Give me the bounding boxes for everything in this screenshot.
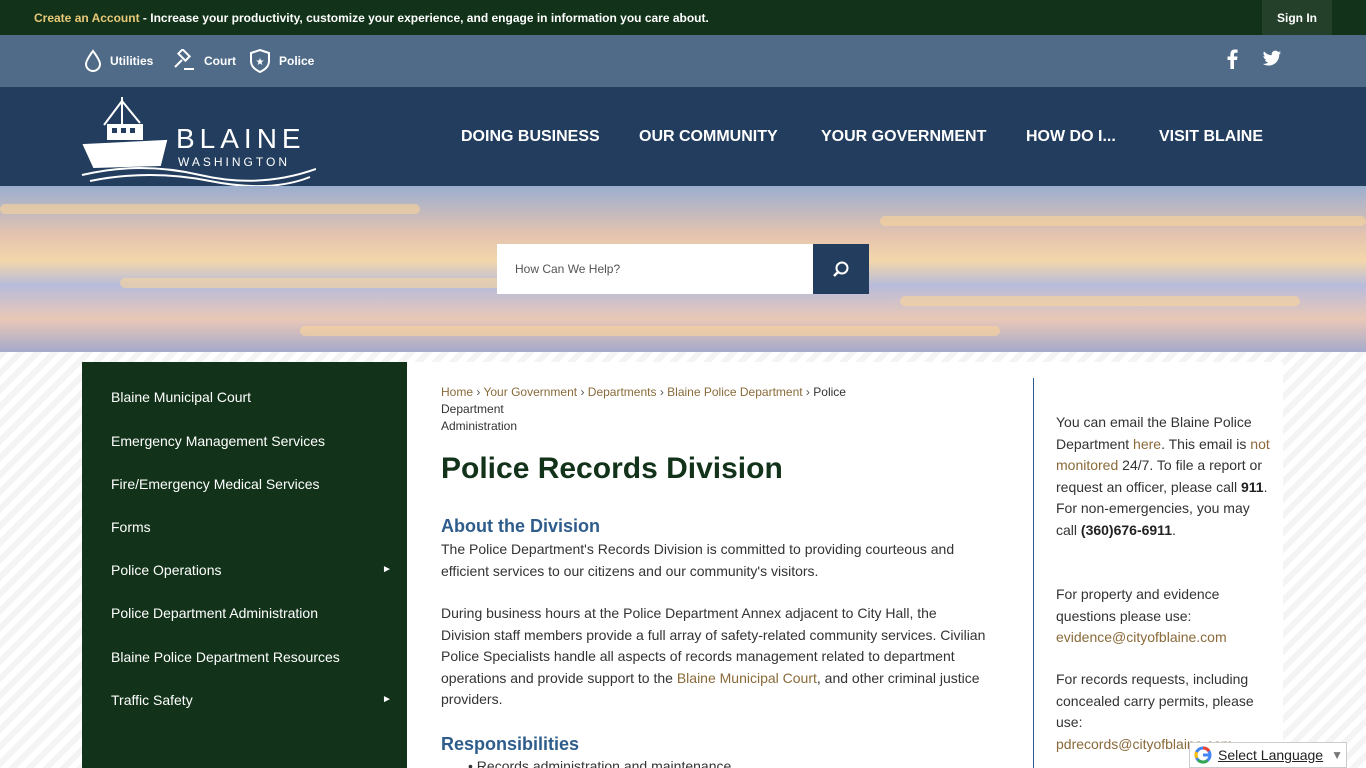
facebook-icon[interactable] xyxy=(1225,49,1239,69)
gavel-icon xyxy=(174,49,194,70)
breadcrumb-your-government[interactable]: Your Government xyxy=(483,385,577,399)
logo-city-name: BLAINE xyxy=(176,123,306,154)
sidebar-item-emergency-management[interactable]: Emergency Management Services xyxy=(111,433,325,449)
nav-how-do-i[interactable]: HOW DO I... xyxy=(1026,87,1116,186)
select-language-widget[interactable]: Select Language ▼ xyxy=(1189,742,1347,768)
cloud-streak xyxy=(120,278,500,288)
sign-in-button[interactable]: Sign In xyxy=(1262,0,1332,35)
contact-text: . xyxy=(1171,521,1176,538)
records-text: For records requests, including conceale… xyxy=(1056,671,1254,730)
breadcrumb-separator: › xyxy=(580,385,585,399)
nav-your-government[interactable]: YOUR GOVERNMENT xyxy=(821,87,986,186)
police-badge-icon: ★ xyxy=(250,49,270,73)
city-logo[interactable]: BLAINE WASHINGTON xyxy=(80,95,316,187)
breadcrumb-separator: › xyxy=(659,385,664,399)
cloud-streak xyxy=(880,216,1366,226)
breadcrumb-current-cont: Administration xyxy=(441,419,518,433)
quick-link-utilities[interactable]: Utilities xyxy=(84,35,153,87)
section-heading-about: About the Division xyxy=(441,516,600,536)
municipal-court-link[interactable]: Blaine Municipal Court xyxy=(677,670,817,686)
quick-link-label: Police xyxy=(279,54,315,68)
non-emergency-phone: (360)676-6911 xyxy=(1080,521,1172,538)
site-search-input[interactable]: How Can We Help? xyxy=(497,244,813,294)
quick-link-police[interactable]: ★ Police xyxy=(249,35,314,87)
google-g-icon xyxy=(1194,746,1212,764)
sidebar-item-police-operations[interactable]: Police Operations xyxy=(111,562,222,578)
top-announcement-bar: Create an Account - Increase your produc… xyxy=(0,0,1366,35)
water-drop-icon xyxy=(84,49,102,72)
site-header: BLAINE WASHINGTON DOING BUSINESS OUR COM… xyxy=(0,87,1366,187)
quick-link-court[interactable]: Court xyxy=(172,35,236,87)
create-account-link[interactable]: Create an Account xyxy=(34,11,140,25)
sidebar-item-forms[interactable]: Forms xyxy=(111,519,151,535)
breadcrumb: Home › Your Government › Departments › B… xyxy=(441,384,911,435)
breadcrumb-separator: › xyxy=(476,385,481,399)
chevron-down-icon[interactable]: ▼ xyxy=(1331,748,1343,762)
submenu-arrow-icon[interactable]: ► xyxy=(382,694,392,705)
list-item-text: Records administration and maintenance xyxy=(476,758,732,768)
twitter-icon[interactable] xyxy=(1262,49,1282,69)
nav-doing-business[interactable]: DOING BUSINESS xyxy=(461,87,600,186)
account-promo-text: - Increase your productivity, customize … xyxy=(139,11,709,25)
column-divider xyxy=(1033,378,1034,768)
sidebar-item-police-admin[interactable]: Police Department Administration xyxy=(111,605,318,621)
breadcrumb-departments[interactable]: Departments xyxy=(588,385,657,399)
page-title: Police Records Division xyxy=(441,452,783,485)
sidebar-nav: Blaine Municipal Court Emergency Managem… xyxy=(82,362,407,768)
breadcrumb-police-department[interactable]: Blaine Police Department xyxy=(667,385,802,399)
cloud-streak xyxy=(300,326,1000,336)
evidence-contact: For property and evidence questions plea… xyxy=(1056,584,1271,649)
about-paragraph: The Police Department's Records Division… xyxy=(441,541,955,579)
nav-visit-blaine[interactable]: VISIT BLAINE xyxy=(1159,87,1263,186)
email-department-link[interactable]: here xyxy=(1133,436,1161,452)
cloud-streak xyxy=(0,204,420,214)
submenu-arrow-icon[interactable]: ► xyxy=(382,564,392,575)
contact-text: . This email is xyxy=(1161,435,1251,452)
search-icon xyxy=(833,261,849,277)
evidence-email-link[interactable]: evidence@cityofblaine.com xyxy=(1056,629,1227,645)
sidebar-item-fire-ems[interactable]: Fire/Emergency Medical Services xyxy=(111,476,320,492)
svg-text:★: ★ xyxy=(256,57,265,68)
sidebar-item-traffic-safety[interactable]: Traffic Safety xyxy=(111,692,193,708)
section-heading-responsibilities: Responsibilities xyxy=(441,734,580,754)
logo-state-name: WASHINGTON xyxy=(178,155,291,169)
evidence-text: For property and evidence questions plea… xyxy=(1056,586,1220,624)
list-item: • Records administration and maintenance xyxy=(468,758,731,768)
cloud-streak xyxy=(900,296,1300,306)
sidebar-item-police-resources[interactable]: Blaine Police Department Resources xyxy=(111,649,340,665)
contact-info: You can email the Blaine Police Departme… xyxy=(1056,412,1271,541)
quick-link-label: Court xyxy=(204,54,236,68)
nav-our-community[interactable]: OUR COMMUNITY xyxy=(639,87,778,186)
quick-links-bar: Utilities Court ★ Police xyxy=(0,35,1366,87)
select-language-label[interactable]: Select Language xyxy=(1218,747,1323,763)
emergency-number: 911 xyxy=(1240,478,1264,495)
sidebar-item-municipal-court[interactable]: Blaine Municipal Court xyxy=(111,389,251,405)
breadcrumb-separator: › xyxy=(805,385,810,399)
services-paragraph: During business hours at the Police Depa… xyxy=(441,603,986,711)
breadcrumb-home[interactable]: Home xyxy=(441,385,473,399)
quick-link-label: Utilities xyxy=(110,54,154,68)
search-button[interactable] xyxy=(813,244,869,294)
account-promo: Create an Account - Increase your produc… xyxy=(34,11,709,25)
